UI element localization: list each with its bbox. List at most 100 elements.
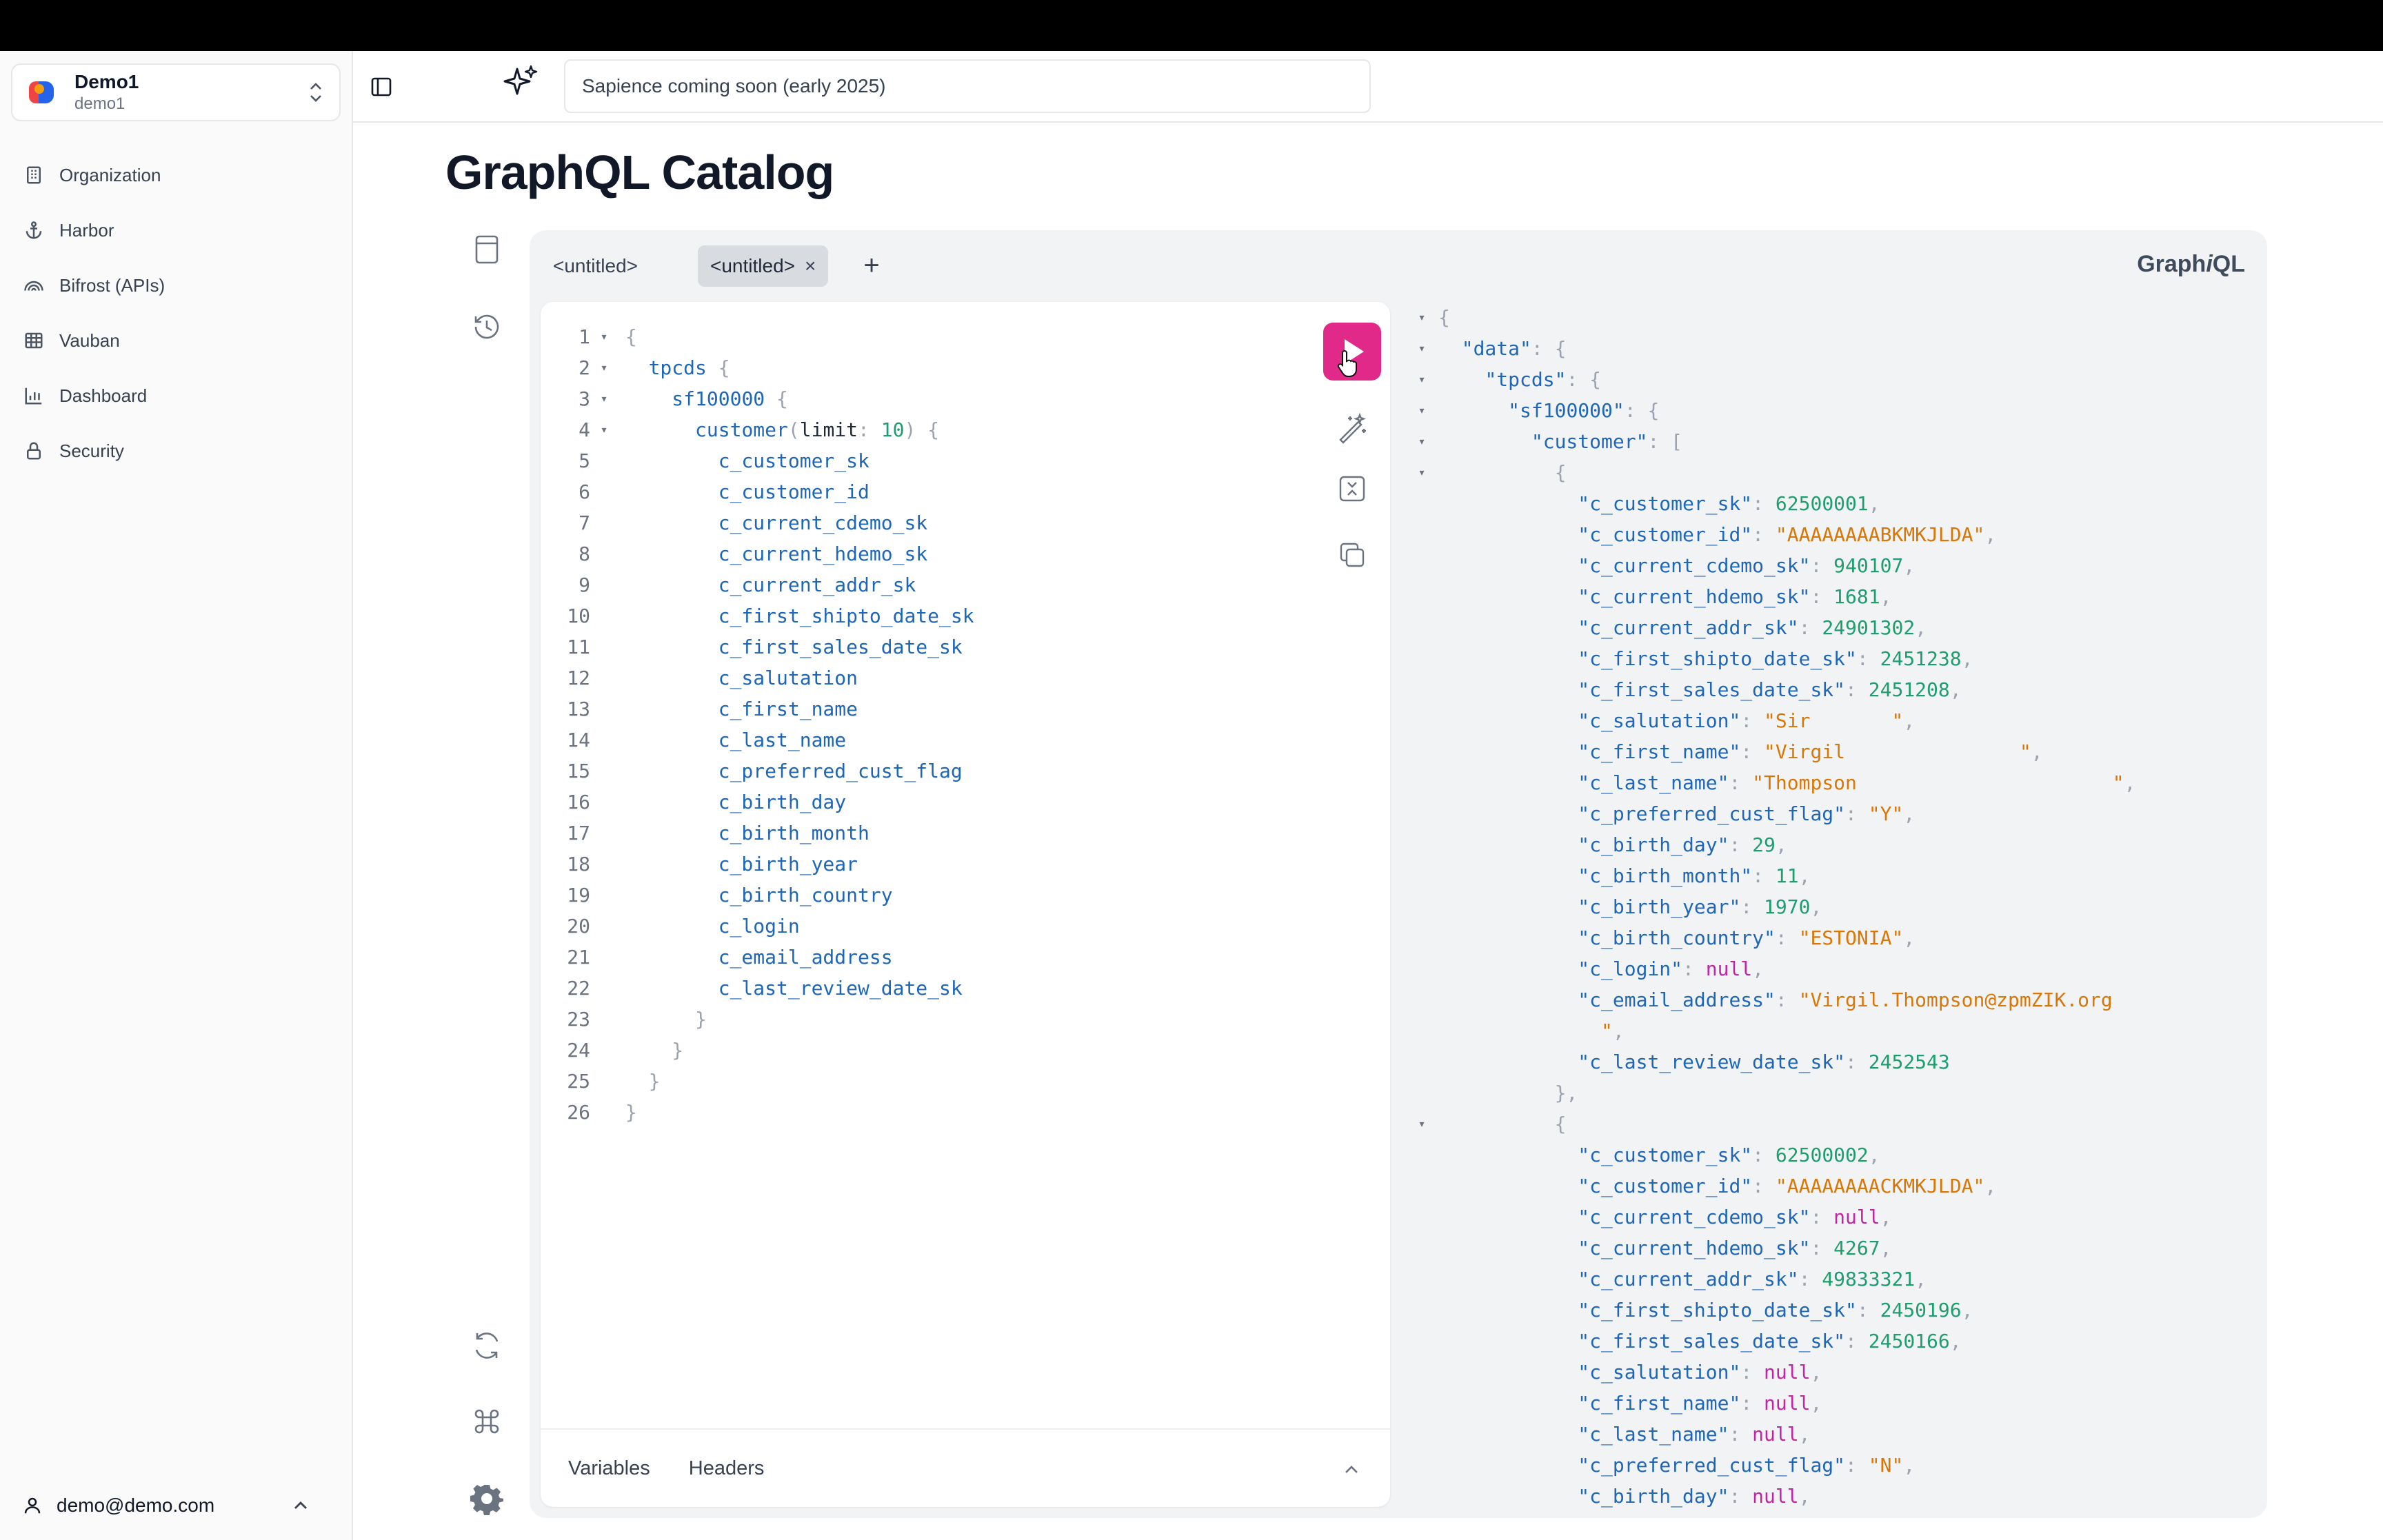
fold-toggle-icon xyxy=(1405,984,1438,1015)
chevron-up-icon[interactable] xyxy=(1338,1456,1365,1483)
fold-toggle-icon[interactable]: ▾ xyxy=(1405,426,1438,457)
result-text: "c_preferred_cust_flag": "Y", xyxy=(1578,802,1916,825)
code-text: c_birth_year xyxy=(718,853,858,875)
close-tab-icon[interactable]: × xyxy=(805,255,816,276)
result-line: ▾ { xyxy=(1405,1108,2253,1139)
code-line: 6 c_customer_id xyxy=(541,476,1271,507)
result-viewer[interactable]: ▾{▾ "data": {▾ "tpcds": {▾ "sf100000": {… xyxy=(1405,302,2253,1518)
fold-toggle-icon xyxy=(594,973,614,1004)
hand-cursor-icon xyxy=(1337,350,1357,377)
merge-fragments-button[interactable] xyxy=(1334,470,1371,507)
refresh-icon xyxy=(475,1333,499,1359)
shortcuts-button[interactable] xyxy=(467,1402,506,1441)
tab-untitled-2[interactable]: <untitled> × xyxy=(698,245,829,287)
code-text: } xyxy=(672,1039,684,1062)
code-line: 16 c_birth_day xyxy=(541,787,1271,818)
result-text: "c_birth_country": "ESTONIA", xyxy=(1578,926,1916,949)
sidebar-item-bifrost[interactable]: Bifrost (APIs) xyxy=(0,258,353,313)
sidebar-item-harbor[interactable]: Harbor xyxy=(0,203,353,258)
line-number: 17 xyxy=(567,822,590,844)
code-line: 8 c_current_hdemo_sk xyxy=(541,538,1271,569)
tab-untitled-1[interactable]: <untitled> xyxy=(541,245,650,287)
result-line: "c_customer_sk": 62500002, xyxy=(1405,1139,2253,1171)
sidebar-item-vauban[interactable]: Vauban xyxy=(0,313,353,368)
copy-query-button[interactable] xyxy=(1334,536,1371,574)
building-icon xyxy=(27,166,41,184)
fold-toggle-icon[interactable]: ▾ xyxy=(1405,302,1438,333)
code-text: c_current_addr_sk xyxy=(718,574,916,596)
query-editor[interactable]: 1 ▾ {2 ▾ tpcds {3 ▾ sf100000 {4 ▾ customer(l… xyxy=(541,302,1390,1507)
code-line: 15 c_preferred_cust_flag xyxy=(541,756,1271,787)
code-text: c_current_hdemo_sk xyxy=(718,543,928,565)
result-line: "c_birth_year": 1970, xyxy=(1405,891,2253,922)
fold-toggle-icon[interactable]: ▾ xyxy=(594,383,614,414)
settings-button[interactable] xyxy=(467,1479,506,1518)
result-line: "c_current_addr_sk": 24901302, xyxy=(1405,612,2253,643)
result-line: "c_first_shipto_date_sk": 2451238, xyxy=(1405,643,2253,674)
command-icon xyxy=(474,1409,499,1434)
fold-toggle-icon[interactable]: ▾ xyxy=(1405,457,1438,488)
sidebar-item-dashboard[interactable]: Dashboard xyxy=(0,368,353,423)
top-header xyxy=(353,51,2383,123)
sidebar-nav: Organization Harbor Bifrost (APIs) Vauba… xyxy=(0,148,353,478)
sidebar-item-organization[interactable]: Organization xyxy=(0,148,353,203)
result-text: "c_customer_sk": 62500001, xyxy=(1578,492,1880,515)
result-line: "c_first_sales_date_sk": 2450166, xyxy=(1405,1326,2253,1357)
result-text: "c_salutation": "Sir ", xyxy=(1578,709,1916,732)
fold-toggle-icon[interactable]: ▾ xyxy=(594,352,614,383)
prettify-button[interactable] xyxy=(1334,409,1371,447)
result-text: { xyxy=(1554,461,1567,484)
query-code[interactable]: 1 ▾ {2 ▾ tpcds {3 ▾ sf100000 {4 ▾ customer(l… xyxy=(541,321,1271,1128)
code-line: 9 c_current_addr_sk xyxy=(541,569,1271,600)
fold-toggle-icon xyxy=(1405,1450,1438,1481)
sparkles-icon xyxy=(503,65,538,95)
user-menu[interactable]: demo@demo.com xyxy=(0,1485,353,1526)
result-text: "data": { xyxy=(1461,337,1567,360)
result-text: "c_first_sales_date_sk": 2451208, xyxy=(1578,678,1962,701)
fold-toggle-icon[interactable]: ▾ xyxy=(594,414,614,445)
result-text: "c_current_addr_sk": 24901302, xyxy=(1578,616,1927,639)
fold-toggle-icon xyxy=(1405,767,1438,798)
graphiql-container: <untitled> <untitled> × + GraphiQL 1 ▾ {2 ▾… xyxy=(530,230,2267,1518)
code-text: c_preferred_cust_flag xyxy=(718,760,963,782)
tab-variables[interactable]: Variables xyxy=(568,1457,650,1480)
fold-toggle-icon[interactable]: ▾ xyxy=(1405,1108,1438,1139)
fold-toggle-icon[interactable]: ▾ xyxy=(1405,395,1438,426)
line-number: 6 xyxy=(579,480,590,503)
code-text: c_birth_day xyxy=(718,791,847,813)
result-line: "c_current_hdemo_sk": 4267, xyxy=(1405,1233,2253,1264)
org-name: Demo1 xyxy=(74,71,139,92)
result-line: "c_first_sales_date_sk": 2451208, xyxy=(1405,674,2253,705)
code-text: } xyxy=(648,1070,661,1093)
book-icon xyxy=(475,235,499,264)
code-line: 13 c_first_name xyxy=(541,693,1271,725)
sidebar-item-security[interactable]: Security xyxy=(0,423,353,478)
docs-explorer-button[interactable] xyxy=(467,230,506,269)
fold-toggle-icon xyxy=(594,538,614,569)
code-line: 18 c_birth_year xyxy=(541,849,1271,880)
fold-toggle-icon xyxy=(1405,1202,1438,1233)
fold-toggle-icon xyxy=(594,942,614,973)
result-text: "c_salutation": null, xyxy=(1578,1361,1822,1384)
fold-toggle-icon[interactable]: ▾ xyxy=(1405,333,1438,364)
refetch-schema-button[interactable] xyxy=(467,1326,506,1365)
sidebar-toggle-icon[interactable] xyxy=(363,70,399,103)
result-text: "c_email_address": "Virgil.Thompson@zpmZ… xyxy=(1578,989,2113,1011)
fold-toggle-icon xyxy=(594,476,614,507)
add-tab-button[interactable]: + xyxy=(854,248,889,284)
code-text: } xyxy=(695,1008,707,1031)
fold-toggle-icon xyxy=(594,1097,614,1128)
tab-headers[interactable]: Headers xyxy=(689,1457,765,1480)
history-button[interactable] xyxy=(467,307,506,346)
code-text: c_first_name xyxy=(718,698,858,720)
fold-toggle-icon xyxy=(594,849,614,880)
ai-assistant-input[interactable] xyxy=(564,59,1371,113)
result-line: ▾ "tpcds": { xyxy=(1405,364,2253,395)
code-text: c_salutation xyxy=(718,667,858,689)
fold-toggle-icon[interactable]: ▾ xyxy=(1405,364,1438,395)
line-number: 23 xyxy=(567,1008,590,1031)
org-switcher[interactable]: Demo1 demo1 xyxy=(11,63,341,121)
fold-toggle-icon[interactable]: ▾ xyxy=(594,321,614,352)
result-line: "c_preferred_cust_flag": "N", xyxy=(1405,1450,2253,1481)
result-line: "c_salutation": "Sir ", xyxy=(1405,705,2253,736)
